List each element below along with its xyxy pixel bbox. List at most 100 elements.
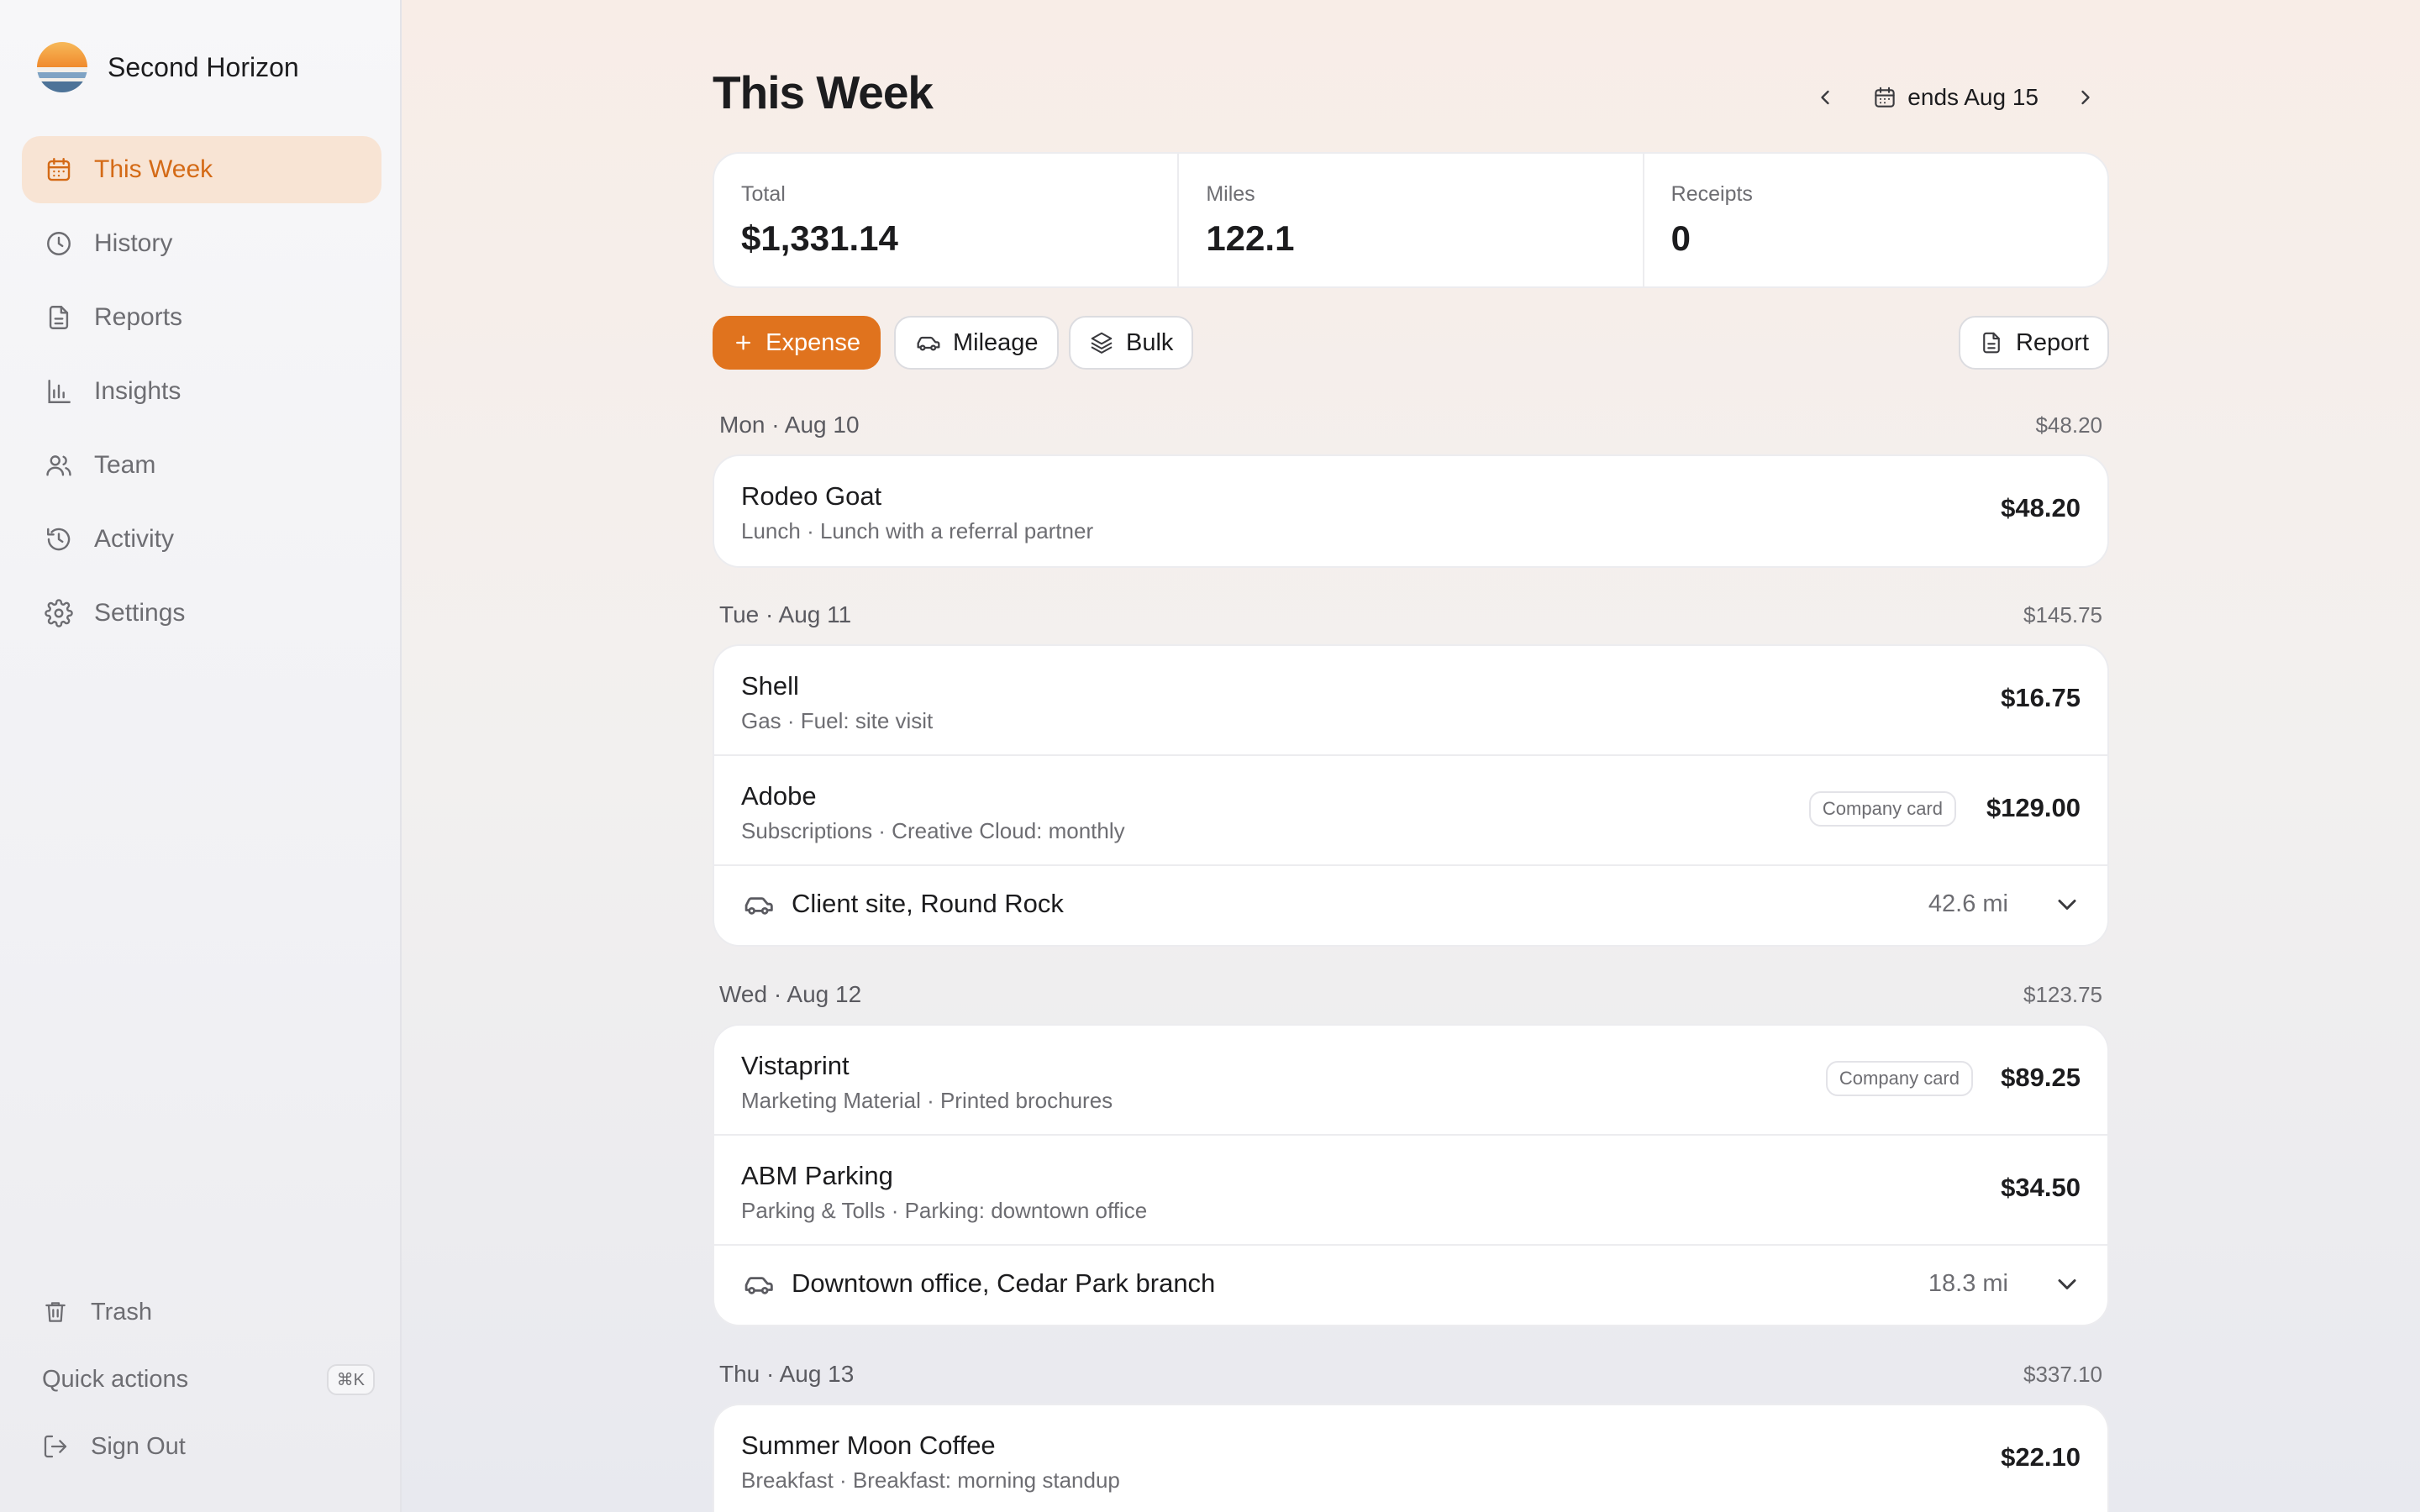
day-title: Mon · Aug 10	[719, 412, 860, 438]
title-row: This Week ends Aug 15	[713, 66, 2109, 124]
expense-row[interactable]: Adobe Subscriptions · Creative Cloud: mo…	[714, 756, 2107, 866]
sidebar-item-settings[interactable]: Settings	[22, 580, 381, 647]
merchant-name: Rodeo Goat	[741, 481, 882, 511]
trash-icon	[40, 1297, 71, 1327]
trip-distance: 18.3 mi	[1928, 1270, 2008, 1297]
page-title: This Week	[713, 66, 934, 118]
bulk-add-label: Bulk	[1126, 328, 1174, 356]
shortcut-badge: ⌘K	[326, 1363, 375, 1395]
sidebar-item-label: History	[94, 229, 173, 257]
mileage-row[interactable]: Downtown office, Cedar Park branch 18.3 …	[714, 1246, 2107, 1325]
document-icon	[1983, 332, 2000, 354]
expense-amount: $34.50	[2001, 1173, 2081, 1202]
document-icon	[42, 301, 76, 334]
mileage-row[interactable]: Client site, Round Rock 42.6 mi	[714, 866, 2107, 945]
sidebar-item-insights[interactable]: Insights	[22, 358, 381, 425]
sidebar-item-label: Team	[94, 451, 156, 479]
action-bar: Expense Mileage Bulk Report	[713, 316, 2109, 370]
company-card-badge: Company card	[1825, 1061, 1973, 1096]
sidebar-item-reports[interactable]: Reports	[22, 284, 381, 351]
day-header: Wed · Aug 12 $123.75	[719, 979, 2102, 1010]
sidebar-item-label: Settings	[94, 599, 186, 627]
report-button[interactable]: Report	[1958, 316, 2109, 370]
chevron-down-icon[interactable]	[2052, 1269, 2082, 1299]
trip-name: Downtown office, Cedar Park branch	[792, 1268, 1216, 1298]
add-mileage-label: Mileage	[953, 328, 1039, 356]
expense-row[interactable]: Rodeo Goat Lunch · Lunch with a referral…	[714, 456, 2107, 566]
bulk-add-button[interactable]: Bulk	[1069, 316, 1194, 370]
car-icon	[917, 336, 940, 351]
stat-receipts: Receipts 0	[1644, 154, 2107, 286]
trip-name: Client site, Round Rock	[792, 889, 1064, 918]
previous-week-button[interactable]	[1802, 74, 1849, 121]
merchant-name: Vistaprint	[741, 1051, 850, 1080]
expense-amount: $89.25	[2001, 1063, 2081, 1092]
sidebar-item-label: This Week	[94, 155, 213, 183]
expense-details: Parking & Tolls · Parking: downtown offi…	[741, 1198, 1148, 1223]
day-total: $48.20	[2035, 412, 2102, 438]
chevron-right-icon	[2081, 90, 2090, 105]
day-title: Wed · Aug 12	[719, 981, 862, 1007]
week-navigator: ends Aug 15	[1802, 74, 2109, 121]
day-card: Shell Gas · Fuel: site visit $16.75 Adob…	[713, 644, 2109, 947]
trip-distance: 42.6 mi	[1928, 890, 2008, 917]
trash-button[interactable]: Trash	[22, 1278, 375, 1346]
day-card: Rodeo Goat Lunch · Lunch with a referral…	[713, 454, 2109, 568]
day-total: $145.75	[2023, 601, 2102, 627]
quick-actions-button[interactable]: Quick actions ⌘K	[22, 1346, 375, 1413]
expense-amount: $48.20	[2001, 493, 2081, 522]
car-icon	[744, 1277, 773, 1294]
week-picker[interactable]: ends Aug 15	[1872, 84, 2039, 111]
day-total: $123.75	[2023, 981, 2102, 1007]
brand[interactable]: Second Horizon	[37, 42, 299, 92]
stat-label: Miles	[1206, 182, 1255, 206]
sidebar-item-label: Activity	[94, 525, 175, 553]
summary-stats: Total $1,331.14 Miles 122.1 Receipts 0	[713, 152, 2109, 288]
clock-icon	[42, 227, 76, 260]
day-title: Tue · Aug 11	[719, 601, 852, 627]
expense-details: Marketing Material · Printed brochures	[741, 1088, 1113, 1113]
day-card: Vistaprint Marketing Material · Printed …	[713, 1024, 2109, 1326]
expense-details: Breakfast · Breakfast: morning standup	[741, 1467, 1120, 1493]
merchant-name: Adobe	[741, 781, 817, 811]
add-mileage-button[interactable]: Mileage	[894, 316, 1059, 370]
layers-icon	[1091, 332, 1113, 354]
day-title: Thu · Aug 13	[719, 1361, 855, 1387]
expense-details: Gas · Fuel: site visit	[741, 708, 934, 733]
users-icon	[42, 449, 76, 482]
expense-row[interactable]: ABM Parking Parking & Tolls · Parking: d…	[714, 1136, 2107, 1246]
sidebar-item-team[interactable]: Team	[22, 432, 381, 499]
day-card: Summer Moon Coffee Breakfast · Breakfast…	[713, 1404, 2109, 1512]
history-icon	[42, 522, 76, 556]
sidebar: Second Horizon This Week History Reports…	[0, 0, 402, 1512]
day-header: Mon · Aug 10 $48.20	[719, 410, 2102, 440]
plus-icon	[736, 335, 751, 350]
quick-actions-label: Quick actions	[42, 1365, 189, 1393]
brand-name: Second Horizon	[108, 51, 299, 82]
gear-icon	[42, 596, 76, 630]
expense-amount: $16.75	[2001, 683, 2081, 712]
sidebar-item-this-week[interactable]: This Week	[22, 136, 381, 203]
next-week-button[interactable]	[2062, 74, 2109, 121]
sidebar-bottom: Trash Quick actions ⌘K Sign Out	[22, 1278, 375, 1480]
sidebar-item-label: Reports	[94, 303, 183, 331]
expense-row[interactable]: Vistaprint Marketing Material · Printed …	[714, 1026, 2107, 1136]
expense-row[interactable]: Summer Moon Coffee Breakfast · Breakfast…	[714, 1405, 2107, 1512]
stat-value: 0	[1670, 218, 1691, 258]
stat-label: Receipts	[1670, 182, 1753, 206]
stat-total: Total $1,331.14	[714, 154, 1180, 286]
day-total: $337.10	[2023, 1361, 2102, 1387]
merchant-name: Summer Moon Coffee	[741, 1431, 996, 1460]
stat-miles: Miles 122.1	[1179, 154, 1644, 286]
sign-out-icon	[40, 1431, 71, 1462]
merchant-name: Shell	[741, 671, 799, 701]
sidebar-item-history[interactable]: History	[22, 210, 381, 277]
expense-row[interactable]: Shell Gas · Fuel: site visit $16.75	[714, 646, 2107, 756]
chevron-down-icon[interactable]	[2052, 890, 2082, 920]
sign-out-label: Sign Out	[91, 1432, 186, 1460]
sign-out-button[interactable]: Sign Out	[22, 1413, 375, 1480]
sidebar-item-activity[interactable]: Activity	[22, 506, 381, 573]
brand-logo-icon	[37, 42, 87, 92]
add-expense-button[interactable]: Expense	[713, 316, 881, 370]
report-label: Report	[2015, 328, 2089, 356]
